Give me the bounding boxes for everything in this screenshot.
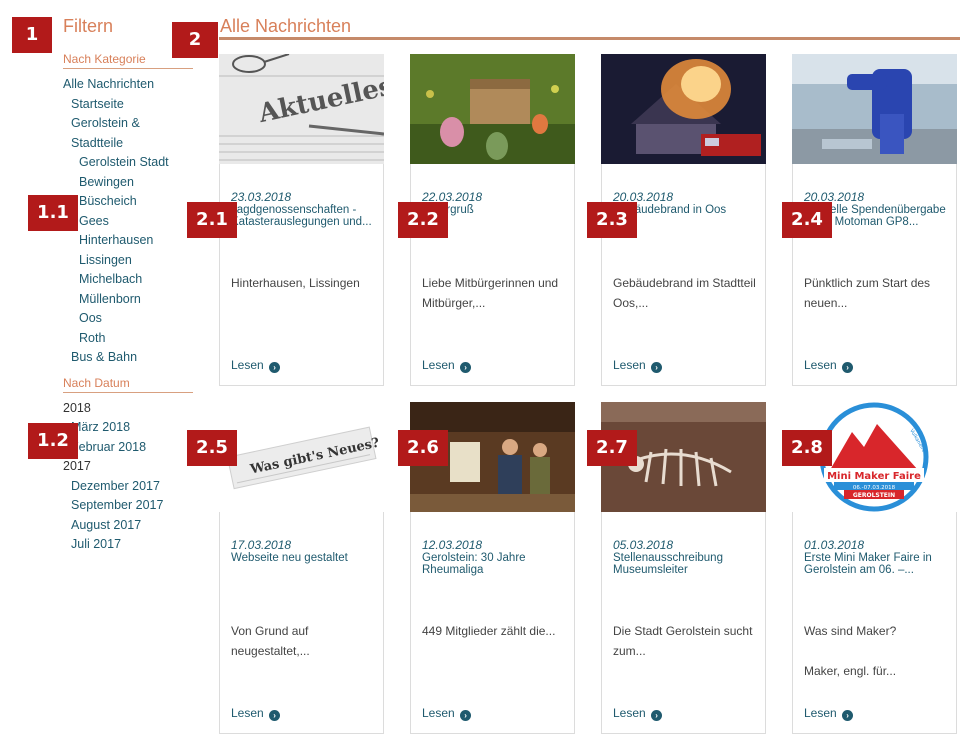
category-bus-bahn[interactable]: Bus & Bahn [63,348,198,368]
date-dezember-2017[interactable]: Dezember 2017 [63,477,198,497]
read-more-label: Lesen [422,358,455,372]
read-more-label: Lesen [613,706,646,720]
annotation-marker: 2.3 [587,202,637,238]
read-more-link[interactable]: Lesen › [613,706,663,721]
news-image[interactable] [792,54,957,164]
filter-sidebar: Nach Kategorie Alle Nachrichten Startsei… [63,52,198,555]
category-hinterhausen[interactable]: Hinterhausen [63,231,198,251]
category-all-news[interactable]: Alle Nachrichten [63,75,198,95]
annotation-marker: 2.8 [782,430,832,466]
read-more-link[interactable]: Lesen › [231,358,281,373]
news-image[interactable] [601,54,766,164]
news-image[interactable]: Aktuelles [219,54,384,164]
news-image[interactable]: Was gibt's Neues? [219,402,384,512]
annotation-marker: 2.5 [187,430,237,466]
category-muellenborn[interactable]: Müllenborn [63,290,198,310]
news-teaser: Hinterhausen, Lissingen [231,276,360,290]
news-title[interactable]: Gerolstein: 30 Jahre Rheumaliga [422,552,567,576]
chevron-right-icon: › [269,710,281,721]
news-title[interactable]: Jagdgenossenschaften - Katasterauslegung… [231,204,376,228]
date-juli-2017[interactable]: Juli 2017 [63,535,198,555]
category-oos[interactable]: Oos [63,309,198,329]
read-more-label: Lesen [613,358,646,372]
category-michelbach[interactable]: Michelbach [63,270,198,290]
news-date: 05.03.2018 [613,538,674,552]
news-date: 23.03.2018 [231,190,292,204]
read-more-link[interactable]: Lesen › [422,358,472,373]
annotation-marker: 1 [12,17,52,53]
date-2018[interactable]: 2018 [63,399,198,419]
news-title[interactable]: Erste Mini Maker Faire in Gerolstein am … [804,552,949,576]
logo-place: GEROLSTEIN [853,492,895,499]
date-februar-2018[interactable]: Februar 2018 [63,438,198,458]
news-teaser: 449 Mitglieder zählt die... [422,624,556,638]
news-date: 01.03.2018 [804,538,865,552]
read-more-link[interactable]: Lesen › [231,706,281,721]
date-maerz-2018[interactable]: März 2018 [63,418,198,438]
chevron-right-icon: › [842,362,854,373]
date-august-2017[interactable]: August 2017 [63,516,198,536]
news-image[interactable] [410,54,575,164]
read-more-link[interactable]: Lesen › [804,706,854,721]
category-lissingen[interactable]: Lissingen [63,251,198,271]
news-teaser: Pünktlich zum Start des neuen... [804,276,931,310]
news-card[interactable]: Aktuelles 23.03.2018 Jagdgenossenschafte… [219,54,384,386]
date-filter-heading: Nach Datum [63,376,193,393]
news-teaser: Was sind Maker? Maker, engl. für... [804,624,897,678]
annotation-marker: 2.6 [398,430,448,466]
news-teaser: Gebäudebrand im Stadtteil Oos,... [613,276,756,310]
news-teaser: Die Stadt Gerolstein sucht zum... [613,624,753,658]
news-date: 17.03.2018 [231,538,292,552]
category-gerolstein-stadt[interactable]: Gerolstein Stadt [63,153,198,173]
chevron-right-icon: › [842,710,854,721]
read-more-label: Lesen [231,358,264,372]
category-gerolstein-stadtteile[interactable]: Gerolstein & [63,114,198,134]
category-startseite[interactable]: Startseite [63,95,198,115]
annotation-marker: 2.4 [782,202,832,238]
chevron-right-icon: › [651,710,663,721]
annotation-marker: 1.2 [28,423,78,459]
category-bewingen[interactable]: Bewingen [63,173,198,193]
filter-title: Filtern [63,16,114,36]
news-title[interactable]: Webseite neu gestaltet [231,552,376,564]
read-more-link[interactable]: Lesen › [804,358,854,373]
page-title: Alle Nachrichten [220,16,352,36]
read-more-label: Lesen [804,706,837,720]
date-september-2017[interactable]: September 2017 [63,496,198,516]
read-more-link[interactable]: Lesen › [422,706,472,721]
news-teaser: Liebe Mitbürgerinnen und Mitbürger,... [422,276,559,310]
read-more-label: Lesen [231,706,264,720]
chevron-right-icon: › [460,710,472,721]
read-more-link[interactable]: Lesen › [613,358,663,373]
annotation-marker: 2.2 [398,202,448,238]
read-more-label: Lesen [804,358,837,372]
logo-title: Mini Maker Faire [827,471,921,482]
category-gerolstein-stadtteile-cont[interactable]: Stadtteile [63,134,198,154]
annotation-marker: 2.1 [187,202,237,238]
news-teaser: Von Grund auf neugestaltet,... [231,624,310,658]
annotation-marker: 2.7 [587,430,637,466]
chevron-right-icon: › [651,362,663,373]
annotation-marker: 2 [172,22,218,58]
chevron-right-icon: › [269,362,281,373]
category-buescheich[interactable]: Büscheich [63,192,198,212]
annotation-marker: 1.1 [28,195,78,231]
news-title[interactable]: Stellenausschreibung Museumsleiter [613,552,758,576]
date-2017[interactable]: 2017 [63,457,198,477]
news-card[interactable]: Was gibt's Neues? 17.03.2018 Webseite ne… [219,402,384,734]
title-divider [219,37,960,40]
category-gees[interactable]: Gees [63,212,198,232]
chevron-right-icon: › [460,362,472,373]
read-more-label: Lesen [422,706,455,720]
news-date: 12.03.2018 [422,538,483,552]
category-roth[interactable]: Roth [63,329,198,349]
